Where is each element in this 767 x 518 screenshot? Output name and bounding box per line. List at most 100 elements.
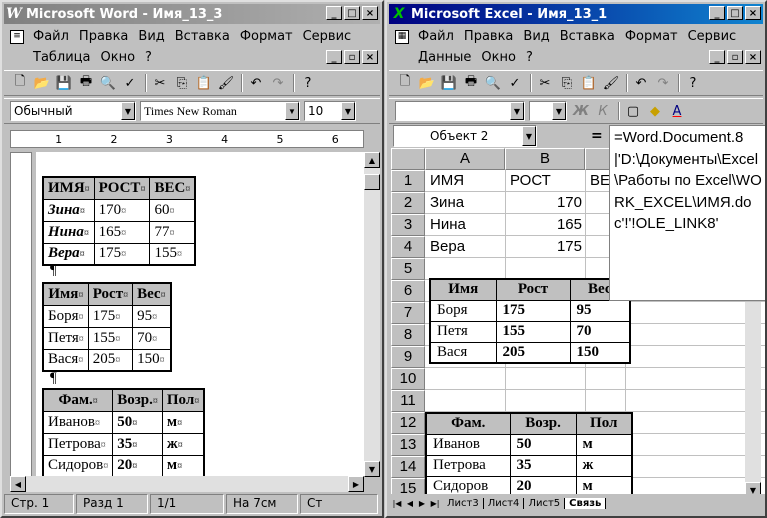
sheet-tab[interactable]: Лист3 [443,497,484,509]
menu-window[interactable]: Окно [476,50,521,65]
maximize-icon[interactable]: □ [344,6,360,20]
table-cell[interactable]: 155¤ [149,242,196,266]
table-cell[interactable]: 50¤ [112,410,163,434]
chevron-down-icon[interactable]: ▼ [121,102,135,120]
formula-bar-content[interactable]: =Word.Document.8|'D:\Документы\Excel\Раб… [609,125,765,301]
new-document-icon[interactable]: 🗋 [10,73,30,93]
table-cell[interactable]: 70¤ [132,326,172,350]
scroll-up-icon[interactable]: ▲ [364,152,380,168]
cell-b2[interactable]: 170 [507,192,585,214]
menu-help[interactable]: ? [140,50,157,65]
row-header[interactable]: 5 [391,258,425,280]
italic-icon[interactable]: К [593,101,613,121]
spelling-icon[interactable]: ✓ [505,73,525,93]
excel-app-icon[interactable]: X [391,6,407,22]
cell-a4[interactable]: Вера [427,236,468,258]
table-cell[interactable]: 95¤ [132,304,172,328]
table-cell[interactable]: 165¤ [93,220,151,244]
row-header[interactable]: 11 [391,390,425,412]
format-painter-icon[interactable]: 🖌 [216,73,236,93]
spelling-icon[interactable]: ✓ [120,73,140,93]
name-box[interactable]: Объект 2 ▼ [393,125,537,147]
word-title-bar[interactable]: W Microsoft Word - Имя_13_3 _ □ × [4,4,380,24]
print-preview-icon[interactable]: 🔍 [483,73,503,93]
copy-icon[interactable]: ⎘ [172,73,192,93]
style-combo[interactable]: Обычный ▼ [10,101,136,121]
workbook-icon[interactable]: ▦ [395,30,409,44]
vertical-scrollbar[interactable]: ▼ [745,302,761,498]
table-cell[interactable]: 77¤ [149,220,196,244]
row-header[interactable]: 9 [391,346,425,368]
menu-edit[interactable]: Правка [74,29,133,44]
help-icon[interactable]: ? [298,73,318,93]
doc-restore-icon[interactable]: ▫ [727,50,743,64]
chevron-down-icon[interactable]: ▼ [552,102,566,120]
table-cell[interactable]: Сидоров¤ [42,454,114,477]
prev-sheet-icon[interactable]: ◀ [405,493,415,513]
table-cell[interactable]: м¤ [161,454,205,477]
doc-close-icon[interactable]: × [362,50,378,64]
font-size-combo[interactable]: 10 ▼ [304,101,356,121]
table-cell[interactable]: 155¤ [87,326,134,350]
scroll-down-icon[interactable]: ▼ [364,461,380,477]
sheet-tab[interactable]: Лист4 [484,497,525,509]
table-cell[interactable]: Петя¤ [42,326,89,350]
excel-title-bar[interactable]: X Microsoft Excel - Имя_13_1 _ □ × [389,4,763,24]
table-cell[interactable]: 175¤ [87,304,134,328]
sheet-tab-active[interactable]: Связь [565,497,607,509]
table-cell[interactable]: 60¤ [149,198,196,222]
table-cell[interactable]: м¤ [161,410,205,434]
cell-a1[interactable]: ИМЯ [427,170,467,192]
menu-data[interactable]: Данные [413,50,476,65]
row-header[interactable]: 4 [391,236,425,258]
row-header[interactable]: 14 [391,456,425,478]
menu-edit[interactable]: Правка [459,29,518,44]
minimize-icon[interactable]: _ [709,6,725,20]
menu-help[interactable]: ? [521,50,538,65]
table-cell[interactable]: 20¤ [112,454,163,477]
menu-format[interactable]: Формат [620,29,683,44]
chevron-down-icon[interactable]: ▼ [285,102,299,120]
doc-minimize-icon[interactable]: _ [326,50,342,64]
embedded-table-1[interactable]: Имя Рост Вес Боря 175 95 Петя 155 70 Вас… [429,278,631,364]
next-sheet-icon[interactable]: ▶ [417,493,427,513]
table-cell[interactable]: ж¤ [161,432,205,456]
fill-color-icon[interactable]: ◆ [645,101,665,121]
table-cell[interactable]: Зина¤ [42,198,95,222]
print-preview-icon[interactable]: 🔍 [98,73,118,93]
table-cell[interactable]: 150¤ [132,348,172,372]
row-header[interactable]: 2 [391,192,425,214]
menu-view[interactable]: Вид [133,29,169,44]
close-icon[interactable]: × [362,6,378,20]
row-header[interactable]: 7 [391,302,425,324]
last-sheet-icon[interactable]: ▶| [429,493,441,513]
doc-close-icon[interactable]: × [745,50,761,64]
redo-icon[interactable]: ↷ [268,73,288,93]
doc-restore-icon[interactable]: ▫ [344,50,360,64]
undo-icon[interactable]: ↶ [631,73,651,93]
table-cell[interactable]: Боря¤ [42,304,89,328]
cell-b1[interactable]: РОСТ [507,170,554,192]
row-header[interactable]: 3 [391,214,425,236]
table-cell[interactable]: Иванов¤ [42,410,114,434]
save-icon[interactable]: 💾 [439,73,459,93]
paste-icon[interactable]: 📋 [194,73,214,93]
menu-window[interactable]: Окно [96,50,141,65]
menu-insert[interactable]: Вставка [555,29,620,44]
font-color-icon[interactable]: A [667,101,687,121]
menu-tools[interactable]: Сервис [683,29,742,44]
scroll-thumb[interactable] [364,174,380,190]
open-folder-icon[interactable]: 📂 [32,73,52,93]
cell-b4[interactable]: 175 [507,236,585,258]
word-app-icon[interactable]: W [6,6,22,22]
table-cell[interactable]: 170¤ [93,198,151,222]
cell-a2[interactable]: Зина [427,192,467,214]
select-all-corner[interactable] [391,148,425,170]
undo-icon[interactable]: ↶ [246,73,266,93]
print-icon[interactable]: 🖶 [461,73,481,93]
doc-minimize-icon[interactable]: _ [709,50,725,64]
row-header[interactable]: 12 [391,412,425,434]
menu-tools[interactable]: Сервис [298,29,357,44]
table-cell[interactable]: Вася¤ [42,348,89,372]
sheet-tab[interactable]: Лист5 [524,497,566,509]
